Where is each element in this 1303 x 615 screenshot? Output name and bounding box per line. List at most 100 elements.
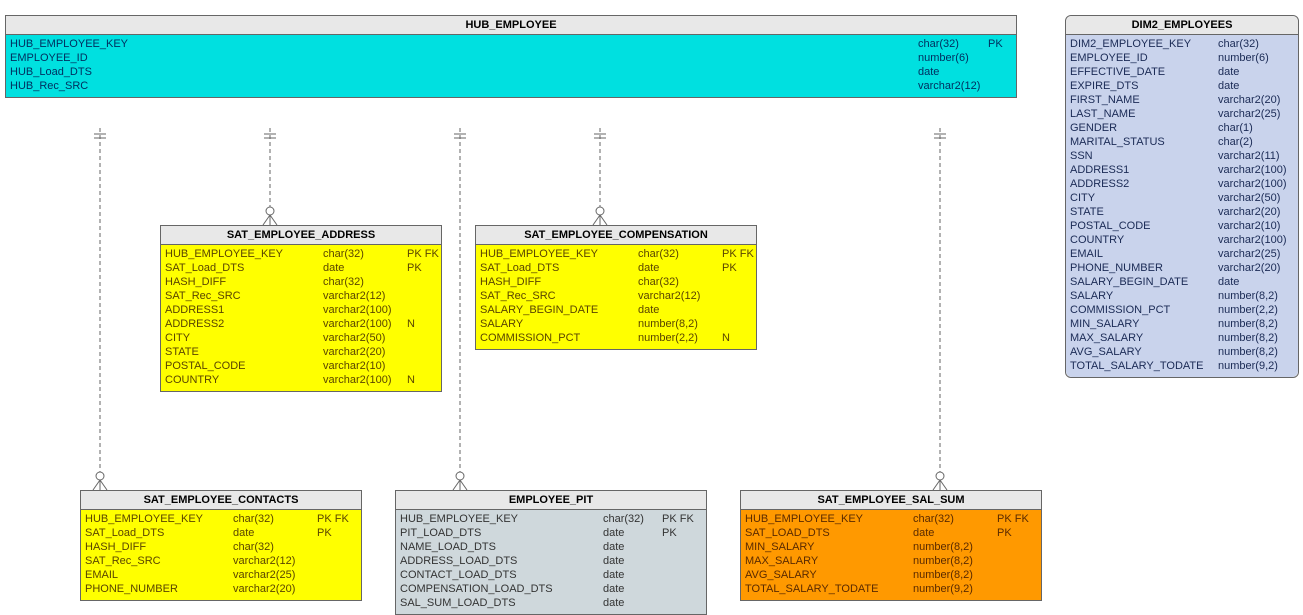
column-row: SALARY number(8,2): [480, 317, 752, 331]
column-type: number(9,2): [1218, 359, 1298, 373]
column-name: PHONE_NUMBER: [1070, 261, 1210, 275]
column-row: FIRST_NAMEvarchar2(20): [1070, 93, 1294, 107]
column-type: number(8,2): [638, 317, 718, 331]
column-name: ADDRESS2: [165, 317, 315, 331]
entity-title: DIM2_EMPLOYEES: [1066, 16, 1298, 35]
column-name: SALARY_BEGIN_DATE: [480, 303, 630, 317]
entity-dim2-employees: DIM2_EMPLOYEES DIM2_EMPLOYEE_KEYchar(32)…: [1065, 15, 1299, 378]
column-type: date: [913, 526, 993, 540]
column-name: SAT_Load_DTS: [480, 261, 630, 275]
column-type-flag: char(32)PK: [918, 37, 1012, 51]
column-type: varchar2(20): [1218, 205, 1298, 219]
column-type: date: [1218, 65, 1298, 79]
column-flag: PK FK: [407, 247, 439, 261]
column-row: MAX_SALARYnumber(8,2): [1070, 331, 1294, 345]
column-type: varchar2(12): [233, 554, 313, 568]
column-flag: PK: [317, 526, 332, 540]
column-flag: [988, 51, 1012, 65]
entity-body: HUB_EMPLOYEE_KEYchar(32)PK FKSAT_Load_DT…: [476, 245, 756, 349]
column-name: CITY: [165, 331, 315, 345]
column-row: SAT_Load_DTSdatePK: [165, 261, 437, 275]
column-row: MIN_SALARYnumber(8,2): [1070, 317, 1294, 331]
column-row: SSNvarchar2(11): [1070, 149, 1294, 163]
column-name: COUNTRY: [165, 373, 315, 387]
column-name: ADDRESS2: [1070, 177, 1210, 191]
column-type: date: [1218, 79, 1298, 93]
column-row: COMMISSION_PCTnumber(2,2)N: [480, 331, 752, 345]
column-row: SAT_Rec_SRCvarchar2(12): [85, 554, 357, 568]
column-name: CITY: [1070, 191, 1210, 205]
column-name: MIN_SALARY: [1070, 317, 1210, 331]
entity-sat-employee-address: SAT_EMPLOYEE_ADDRESS HUB_EMPLOYEE_KEYcha…: [160, 225, 442, 392]
column-row: HUB_Load_DTSdate: [10, 65, 1012, 79]
column-name: ADDRESS1: [1070, 163, 1210, 177]
column-type: date: [603, 596, 658, 610]
column-row: POSTAL_CODEvarchar2(10): [1070, 219, 1294, 233]
column-name: HASH_DIFF: [85, 540, 225, 554]
entity-sat-employee-compensation: SAT_EMPLOYEE_COMPENSATION HUB_EMPLOYEE_K…: [475, 225, 757, 350]
column-type: number(9,2): [913, 582, 993, 596]
column-type: date: [603, 526, 658, 540]
column-name: POSTAL_CODE: [165, 359, 315, 373]
column-row: COUNTRYvarchar2(100): [1070, 233, 1294, 247]
entity-body: HUB_EMPLOYEE_KEYchar(32)PK FKSAT_LOAD_DT…: [741, 510, 1041, 600]
column-flag: PK FK: [722, 247, 754, 261]
column-type: varchar2(12): [918, 79, 988, 93]
column-row: SAT_Load_DTSdatePK: [85, 526, 357, 540]
column-type: number(8,2): [913, 540, 993, 554]
column-name: PIT_LOAD_DTS: [400, 526, 595, 540]
column-name: HUB_EMPLOYEE_KEY: [745, 512, 905, 526]
column-type: varchar2(100): [323, 317, 403, 331]
column-type: varchar2(100): [1218, 233, 1298, 247]
column-type: number(6): [918, 51, 988, 65]
column-name: DIM2_EMPLOYEE_KEY: [1070, 37, 1210, 51]
column-type: varchar2(50): [323, 331, 403, 345]
column-row: HUB_EMPLOYEE_KEY char(32) PK FK: [400, 512, 702, 526]
column-type: date: [603, 568, 658, 582]
column-type: date: [638, 261, 718, 275]
column-name: EMPLOYEE_ID: [1070, 51, 1210, 65]
column-flag: PK: [997, 526, 1012, 540]
column-row: CITY varchar2(50): [165, 331, 437, 345]
column-flag: PK FK: [997, 512, 1029, 526]
column-row: EXPIRE_DTSdate: [1070, 79, 1294, 93]
column-type-flag: number(6): [918, 51, 1012, 65]
column-row: HASH_DIFF char(32): [85, 540, 357, 554]
column-type: date: [1218, 275, 1298, 289]
column-type: varchar2(12): [638, 289, 718, 303]
column-name: LAST_NAME: [1070, 107, 1210, 121]
column-flag: PK FK: [662, 512, 694, 526]
column-name: HUB_Load_DTS: [10, 65, 92, 79]
entity-body: DIM2_EMPLOYEE_KEYchar(32)EMPLOYEE_IDnumb…: [1066, 35, 1298, 377]
column-type: varchar2(12): [323, 289, 403, 303]
column-type: varchar2(50): [1218, 191, 1298, 205]
column-flag: PK: [988, 37, 1012, 51]
column-row: SAT_LOAD_DTSdatePK: [745, 526, 1037, 540]
column-row: NAME_LOAD_DTSdate: [400, 540, 702, 554]
column-flag: N: [407, 317, 415, 331]
column-row: MAX_SALARYnumber(8,2): [745, 554, 1037, 568]
column-row: ADDRESS1varchar2(100): [165, 303, 437, 317]
column-type: varchar2(20): [1218, 261, 1298, 275]
column-name: TOTAL_SALARY_TODATE: [745, 582, 905, 596]
column-name: COMPENSATION_LOAD_DTS: [400, 582, 595, 596]
column-flag: PK: [407, 261, 422, 275]
column-type: char(32): [603, 512, 658, 526]
column-type: varchar2(100): [323, 373, 403, 387]
column-name: SAT_Load_DTS: [85, 526, 225, 540]
column-name: EMAIL: [85, 568, 225, 582]
column-name: MAX_SALARY: [1070, 331, 1210, 345]
entity-body: HUB_EMPLOYEE_KEYchar(32)PKEMPLOYEE_IDnum…: [6, 35, 1016, 97]
column-flag: PK FK: [317, 512, 349, 526]
column-type: char(32): [233, 540, 313, 554]
entity-body: HUB_EMPLOYEE_KEYchar(32)PK FKSAT_Load_DT…: [161, 245, 441, 391]
column-name: HUB_EMPLOYEE_KEY: [400, 512, 595, 526]
column-name: MARITAL_STATUS: [1070, 135, 1210, 149]
column-row: PHONE_NUMBERvarchar2(20): [85, 582, 357, 596]
column-type: char(32): [913, 512, 993, 526]
column-type: number(8,2): [1218, 289, 1298, 303]
column-row: SALARY_BEGIN_DATEdate: [1070, 275, 1294, 289]
column-name: SALARY: [480, 317, 630, 331]
column-row: PHONE_NUMBERvarchar2(20): [1070, 261, 1294, 275]
column-name: SAT_Rec_SRC: [480, 289, 630, 303]
